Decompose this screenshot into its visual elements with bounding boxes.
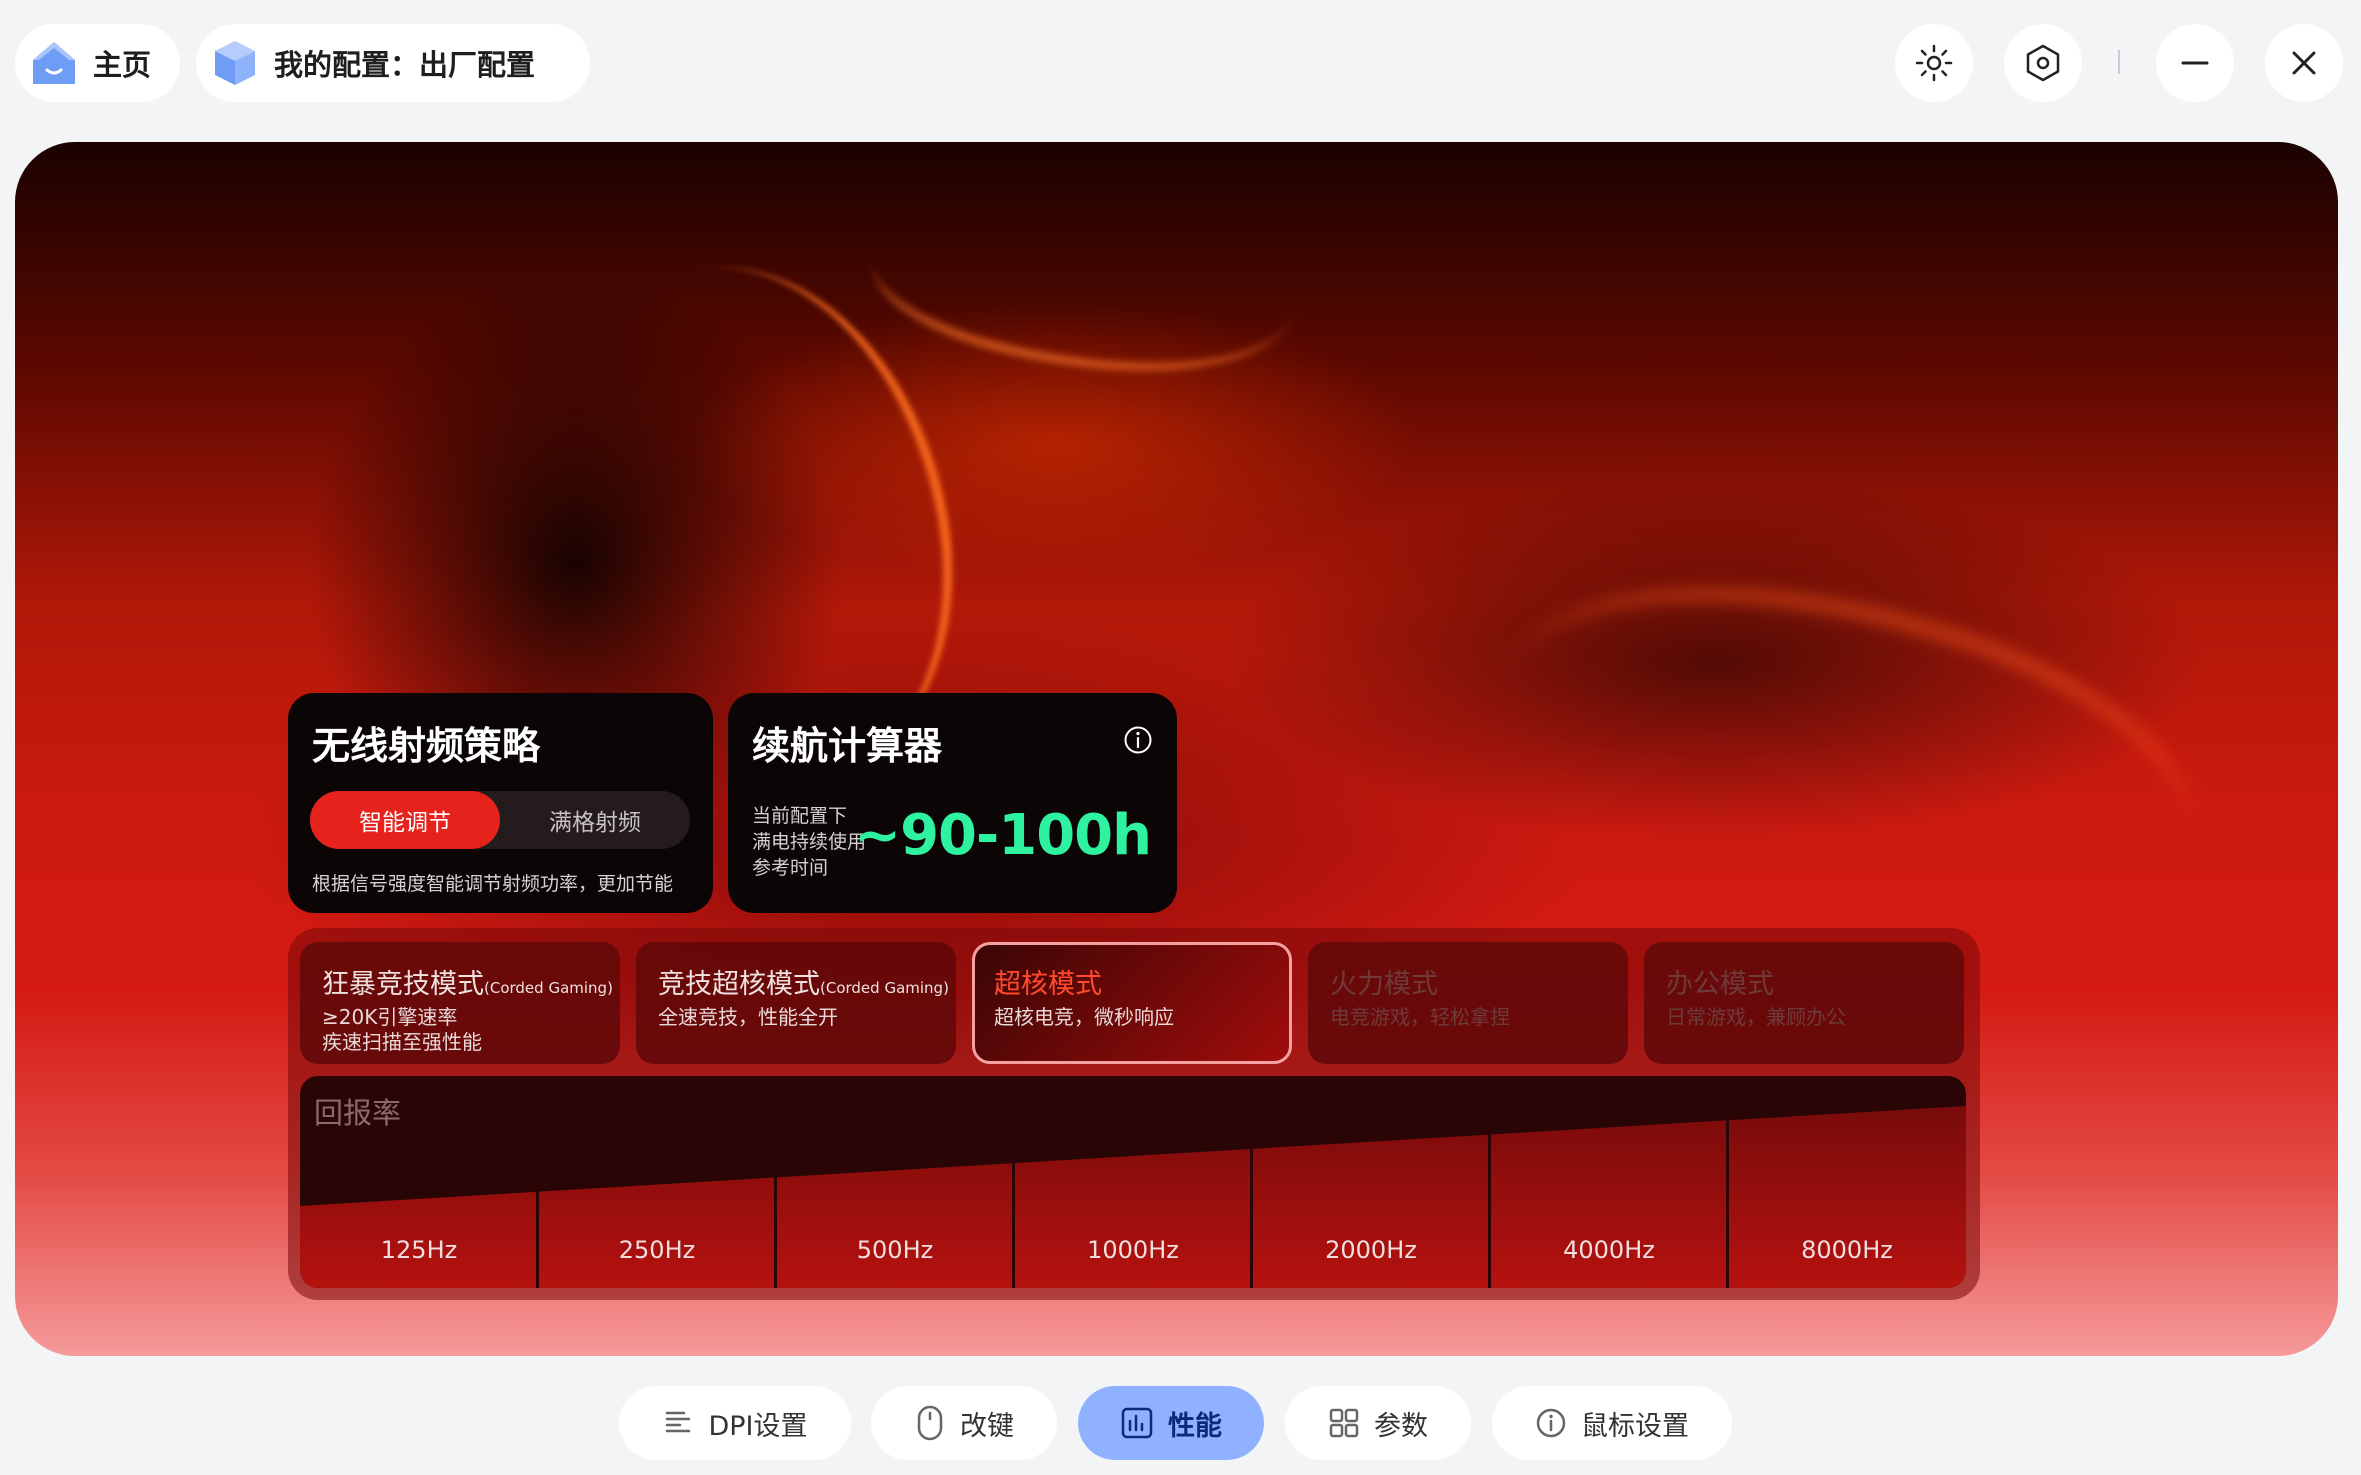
rate-option-125[interactable]: 125Hz: [300, 1076, 538, 1288]
rate-option-4000[interactable]: 4000Hz: [1490, 1076, 1728, 1288]
mode-card-rampage[interactable]: 狂暴竞技模式(Corded Gaming) ≥20K引擎速率 疾速扫描至强性能: [300, 942, 620, 1064]
tab-performance[interactable]: 性能: [1078, 1386, 1264, 1460]
grid-icon: [1329, 1408, 1359, 1438]
mode-title: 竞技超核模式(Corded Gaming): [658, 969, 949, 1000]
rf-option-full[interactable]: 满格射频: [500, 791, 690, 849]
rate-option-2000[interactable]: 2000Hz: [1252, 1076, 1490, 1288]
rate-option-1000[interactable]: 1000Hz: [1014, 1076, 1252, 1288]
rf-mode-toggle: 智能调节 满格射频: [310, 791, 690, 849]
hexagon-settings-icon: [2026, 44, 2060, 82]
mode-title: 狂暴竞技模式(Corded Gaming): [322, 969, 613, 1000]
config-selector[interactable]: 我的配置：出厂配置: [196, 24, 590, 102]
house-icon: [33, 42, 75, 84]
polling-rate-panel: 回报率 125Hz 250Hz 500Hz 1000Hz 2000Hz 4000…: [300, 1076, 1966, 1288]
tab-label: DPI设置: [708, 1410, 808, 1442]
tab-label: 性能: [1168, 1410, 1222, 1442]
mode-title: 超核模式: [994, 969, 1102, 1000]
rf-option-smart[interactable]: 智能调节: [310, 791, 500, 849]
battery-sub-line: 当前配置下: [752, 805, 848, 827]
mode-desc: 日常游戏，兼顾办公: [1666, 1005, 1846, 1029]
tab-label: 鼠标设置: [1581, 1410, 1689, 1442]
tab-label: 参数: [1374, 1410, 1428, 1442]
close-button[interactable]: [2265, 24, 2343, 102]
cube-icon: [215, 41, 255, 85]
rf-strategy-card: 无线射频策略 智能调节 满格射频 根据信号强度智能调节射频功率，更加节能: [288, 693, 713, 913]
battery-estimate: ~90-100h: [854, 803, 1152, 868]
tab-mouse-settings[interactable]: 鼠标设置: [1492, 1386, 1732, 1460]
rf-card-title: 无线射频策略: [312, 724, 541, 768]
mode-title: 火力模式: [1330, 969, 1438, 1000]
theme-button[interactable]: [1895, 24, 1973, 102]
config-label: 我的配置：出厂配置: [274, 48, 536, 82]
battery-calculator-card: 续航计算器 当前配置下 满电持续使用 参考时间 ~90-100h: [728, 693, 1177, 913]
rate-option-250[interactable]: 250Hz: [538, 1076, 776, 1288]
info-icon[interactable]: [1123, 725, 1153, 755]
sun-icon: [1915, 44, 1953, 82]
tab-remap[interactable]: 改键: [871, 1386, 1057, 1460]
dpi-bars-icon: [666, 1411, 691, 1433]
tab-dpi[interactable]: DPI设置: [619, 1386, 851, 1460]
mode-desc: 全速竞技，性能全开: [658, 1005, 838, 1029]
settings-button[interactable]: [2004, 24, 2082, 102]
tab-label: 改键: [960, 1410, 1014, 1442]
info-circle-icon: [1536, 1408, 1566, 1438]
mode-card-ultra[interactable]: 超核模式 超核电竞，微秒响应: [972, 942, 1292, 1064]
battery-sub-line: 参考时间: [752, 857, 829, 879]
close-icon: [2292, 51, 2316, 75]
mode-card-firepower[interactable]: 火力模式 电竞游戏，轻松拿捏: [1308, 942, 1628, 1064]
mode-title: 办公模式: [1666, 969, 1774, 1000]
rate-option-8000[interactable]: 8000Hz: [1728, 1076, 1966, 1288]
rate-option-500[interactable]: 500Hz: [776, 1076, 1014, 1288]
battery-card-title: 续航计算器: [752, 724, 943, 768]
flame-streak: [860, 153, 1310, 419]
mouse-icon: [917, 1405, 943, 1441]
home-button[interactable]: 主页: [15, 24, 180, 102]
tab-params[interactable]: 参数: [1285, 1386, 1471, 1460]
home-label: 主页: [93, 48, 152, 82]
performance-chart-icon: [1121, 1407, 1153, 1439]
battery-subtitle: 当前配置下 满电持续使用 参考时间: [752, 803, 866, 881]
minimize-icon: [2181, 61, 2209, 65]
mode-card-competitive-ultra[interactable]: 竞技超核模式(Corded Gaming) 全速竞技，性能全开: [636, 942, 956, 1064]
performance-mode-panel: 狂暴竞技模式(Corded Gaming) ≥20K引擎速率 疾速扫描至强性能 …: [288, 928, 1980, 1300]
mode-desc: 超核电竞，微秒响应: [994, 1005, 1174, 1029]
mode-desc: 电竞游戏，轻松拿捏: [1330, 1005, 1510, 1029]
minimize-button[interactable]: [2156, 24, 2234, 102]
toolbar-divider: [2118, 50, 2120, 74]
rf-description: 根据信号强度智能调节射频功率，更加节能: [312, 873, 674, 895]
mode-card-office[interactable]: 办公模式 日常游戏，兼顾办公: [1644, 942, 1964, 1064]
battery-sub-line: 满电持续使用: [752, 831, 867, 853]
mode-desc: ≥20K引擎速率 疾速扫描至强性能: [322, 1005, 482, 1054]
